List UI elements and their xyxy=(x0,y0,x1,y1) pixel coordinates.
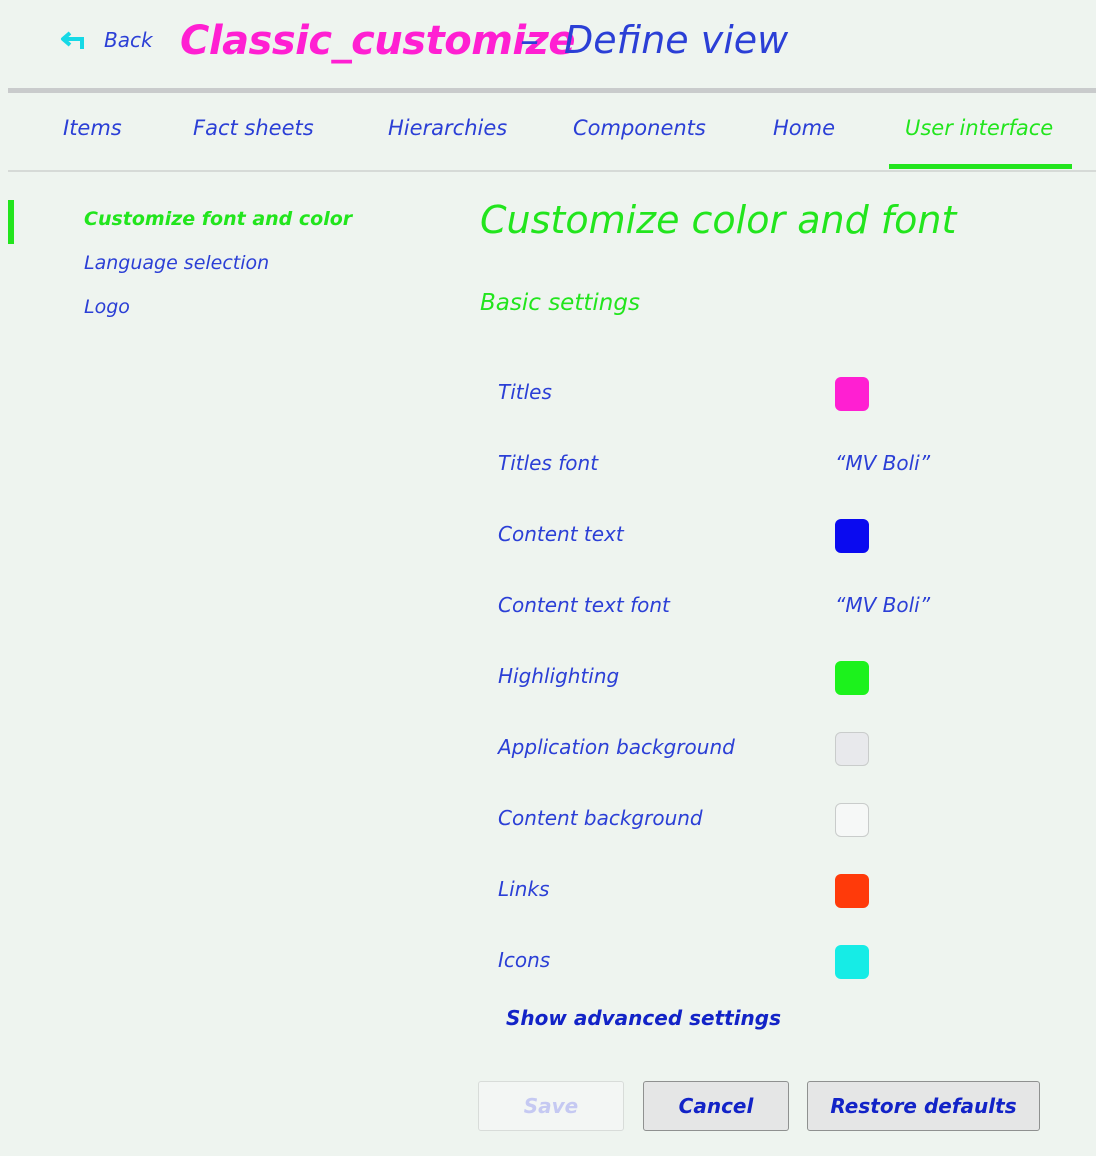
setting-label-highlighting: Highlighting xyxy=(498,664,620,688)
back-button[interactable]: Back xyxy=(60,28,153,52)
content-text-color-swatch[interactable] xyxy=(835,519,869,553)
setting-label-content-background: Content background xyxy=(498,806,703,830)
sidebar-item-logo[interactable]: Logo xyxy=(84,296,130,318)
header: Back Classic_customize – Define view xyxy=(8,0,1096,88)
active-tab-indicator xyxy=(889,164,1072,169)
tab-components[interactable]: Components xyxy=(573,116,706,140)
sidebar-item-customize-font-and-color[interactable]: Customize font and color xyxy=(84,208,352,230)
tab-fact-sheets[interactable]: Fact sheets xyxy=(193,116,314,140)
back-label: Back xyxy=(104,28,153,52)
title-separator: – xyxy=(520,18,539,62)
page: Back Classic_customize – Define view Ite… xyxy=(8,0,1096,1156)
view-title: Define view xyxy=(564,18,789,62)
titles-color-swatch[interactable] xyxy=(835,377,869,411)
header-divider xyxy=(8,88,1096,93)
page-title: Customize color and font xyxy=(480,198,957,242)
restore-defaults-button[interactable]: Restore defaults xyxy=(807,1081,1040,1131)
highlighting-color-swatch[interactable] xyxy=(835,661,869,695)
setting-label-application-background: Application background xyxy=(498,735,735,759)
tab-items[interactable]: Items xyxy=(63,116,122,140)
app-name: Classic_customize xyxy=(180,18,576,64)
setting-label-content-text: Content text xyxy=(498,522,624,546)
setting-label-links: Links xyxy=(498,877,550,901)
setting-label-content-text-font: Content text font xyxy=(498,593,670,617)
links-color-swatch[interactable] xyxy=(835,874,869,908)
content-background-color-swatch[interactable] xyxy=(835,803,869,837)
tab-home[interactable]: Home xyxy=(773,116,835,140)
back-arrow-icon xyxy=(60,29,90,51)
content-text-font-value[interactable]: “MV Boli” xyxy=(835,593,930,617)
tab-bar: Items Fact sheets Hierarchies Components… xyxy=(8,94,1096,172)
icons-color-swatch[interactable] xyxy=(835,945,869,979)
application-background-color-swatch[interactable] xyxy=(835,732,869,766)
setting-label-titles: Titles xyxy=(498,380,552,404)
tab-user-interface[interactable]: User interface xyxy=(905,116,1053,140)
sidebar-active-indicator xyxy=(8,200,14,244)
sidebar-item-language-selection[interactable]: Language selection xyxy=(84,252,269,274)
cancel-button[interactable]: Cancel xyxy=(643,1081,789,1131)
setting-label-icons: Icons xyxy=(498,948,551,972)
show-advanced-settings-link[interactable]: Show advanced settings xyxy=(506,1006,781,1030)
setting-label-titles-font: Titles font xyxy=(498,451,599,475)
section-title: Basic settings xyxy=(480,290,640,316)
titles-font-value[interactable]: “MV Boli” xyxy=(835,451,930,475)
tab-hierarchies[interactable]: Hierarchies xyxy=(388,116,507,140)
save-button[interactable]: Save xyxy=(478,1081,624,1131)
